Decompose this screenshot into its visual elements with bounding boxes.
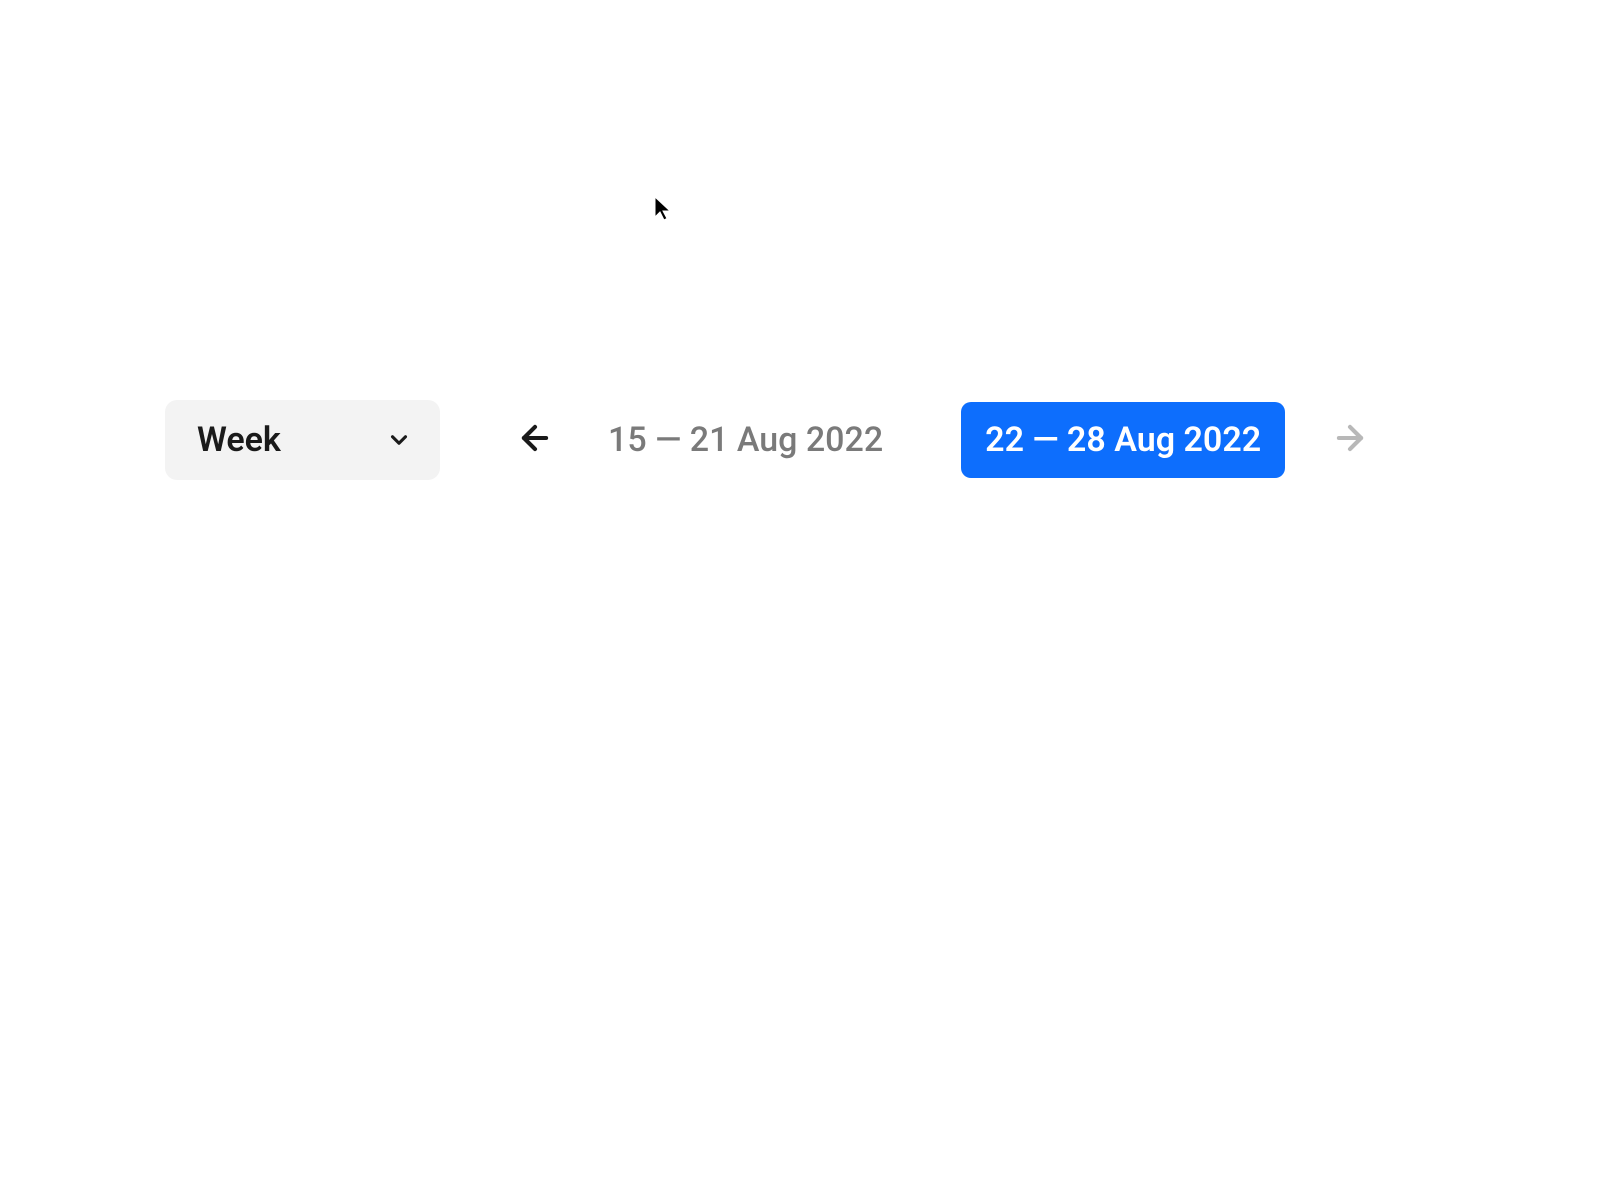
next-button[interactable]: [1315, 400, 1385, 480]
period-label: Week: [197, 420, 281, 460]
arrow-right-icon: [1331, 419, 1369, 461]
previous-date-range[interactable]: 15 — 21 Aug 2022: [608, 420, 883, 460]
chevron-down-icon: [386, 427, 412, 453]
current-date-range[interactable]: 22 — 28 Aug 2022: [961, 402, 1285, 478]
date-navigator: Week 15 — 21 Aug 2022 22 — 28 Aug 2022: [165, 400, 1385, 480]
cursor-icon: [653, 195, 673, 223]
previous-button[interactable]: [500, 400, 570, 480]
arrow-left-icon: [516, 419, 554, 461]
period-select[interactable]: Week: [165, 400, 440, 480]
